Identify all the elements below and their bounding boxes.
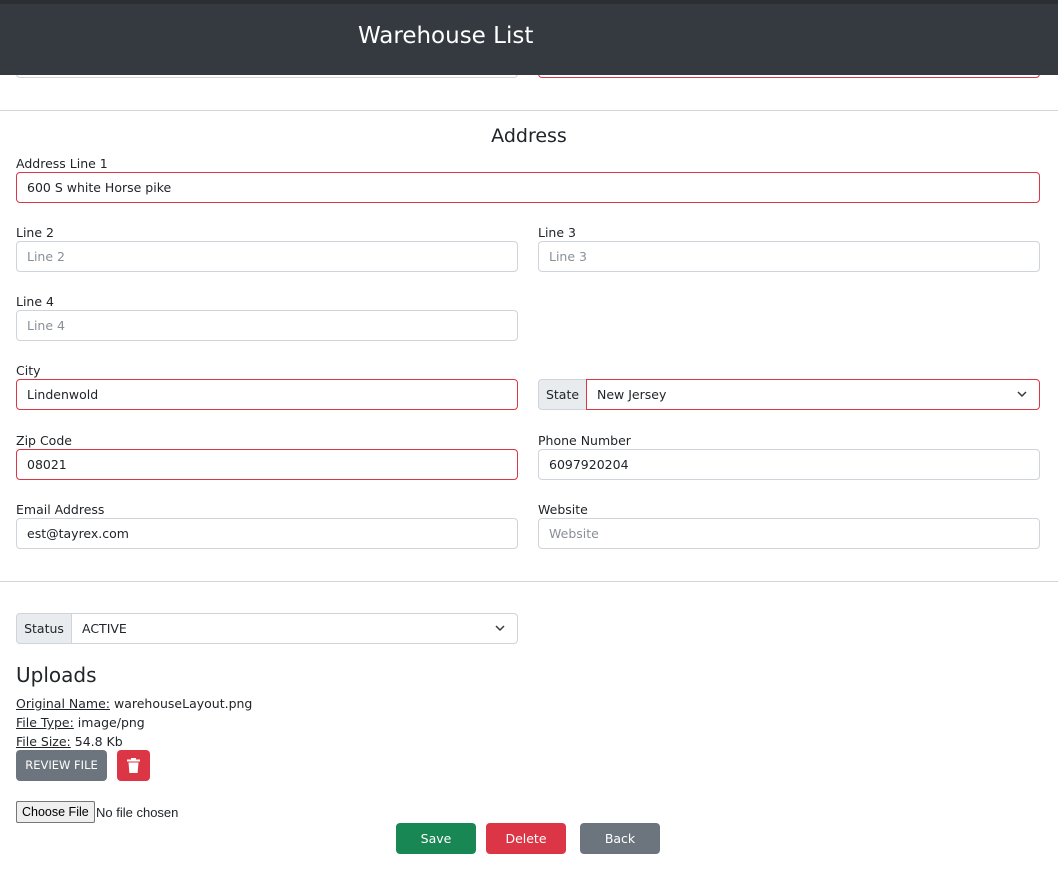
delete-button[interactable]: Delete (486, 823, 566, 854)
file-size-row: File Size: 54.8 Kb (16, 734, 123, 749)
status-label: Status (16, 613, 72, 644)
chevron-down-icon (495, 625, 505, 632)
delete-file-button[interactable] (117, 750, 150, 781)
zip-input[interactable]: 08021 (16, 449, 518, 480)
back-button[interactable]: Back (580, 823, 660, 854)
address-line1-input[interactable]: 600 S white Horse pike (16, 172, 1040, 203)
line4-label: Line 4 (16, 294, 54, 309)
original-name-label: Original Name: (16, 696, 110, 711)
address-line1-label: Address Line 1 (16, 156, 108, 171)
divider (0, 581, 1058, 582)
file-size-value: 54.8 Kb (74, 734, 123, 749)
line2-input[interactable]: Line 2 (16, 241, 518, 272)
line4-input[interactable]: Line 4 (16, 310, 518, 341)
email-input[interactable]: est@tayrex.com (16, 518, 518, 549)
choose-file-button[interactable]: Choose File (16, 801, 95, 823)
file-size-label: File Size: (16, 734, 71, 749)
email-label: Email Address (16, 502, 105, 517)
city-label: City (16, 363, 41, 378)
status-select-value: ACTIVE (82, 621, 127, 636)
file-type-row: File Type: image/png (16, 715, 145, 730)
line3-label: Line 3 (538, 225, 576, 240)
line3-input[interactable]: Line 3 (538, 241, 1040, 272)
no-file-text: No file chosen (96, 805, 179, 820)
uploads-title: Uploads (16, 663, 97, 687)
phone-input[interactable]: 6097920204 (538, 449, 1040, 480)
original-name-row: Original Name: warehouseLayout.png (16, 696, 252, 711)
state-select-value: New Jersey (597, 387, 667, 402)
phone-label: Phone Number (538, 433, 631, 448)
navbar: Warehouse List (0, 0, 1058, 75)
state-label: State (538, 379, 587, 410)
original-name-value: warehouseLayout.png (113, 696, 253, 711)
zip-label: Zip Code (16, 433, 72, 448)
state-select[interactable]: New Jersey (586, 379, 1040, 410)
address-section-title: Address (491, 125, 567, 147)
trash-icon (127, 758, 140, 773)
page-title: Warehouse List (358, 23, 534, 49)
website-input[interactable]: Website (538, 518, 1040, 549)
status-select[interactable]: ACTIVE (71, 613, 518, 644)
line2-label: Line 2 (16, 225, 54, 240)
save-button[interactable]: Save (396, 823, 476, 854)
chevron-down-icon (1017, 391, 1027, 398)
file-type-value: image/png (77, 715, 145, 730)
review-file-button[interactable]: REVIEW FILE (16, 750, 107, 781)
website-label: Website (538, 502, 588, 517)
city-input[interactable]: Lindenwold (16, 379, 518, 410)
file-type-label: File Type: (16, 715, 74, 730)
divider (0, 110, 1058, 111)
